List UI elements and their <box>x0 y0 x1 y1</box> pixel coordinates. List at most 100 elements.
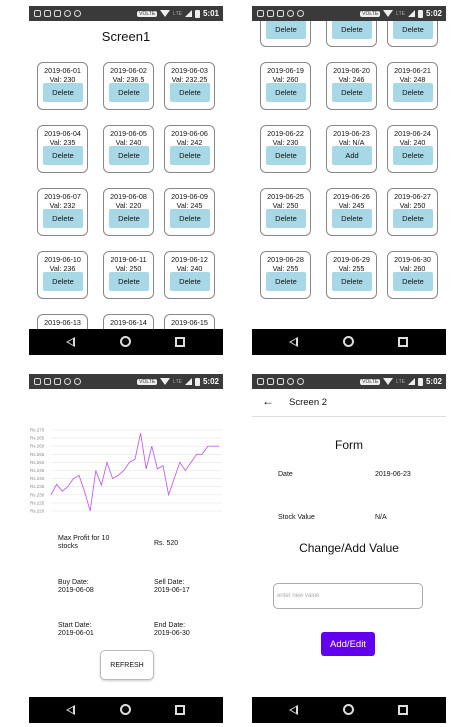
delete-button[interactable]: Delete <box>170 209 210 228</box>
signal-icon <box>407 10 415 17</box>
delete-button[interactable]: Delete <box>170 83 210 102</box>
date-card: 2019-06-27 Val: 250 Delete <box>387 188 438 236</box>
status-bar: VOLTE LTE 5:02 <box>252 6 446 21</box>
delete-button[interactable]: Delete <box>43 272 83 291</box>
whatsapp-icon <box>74 378 81 385</box>
stock-value-label: Stock Value <box>278 514 315 521</box>
new-value-input[interactable] <box>273 583 423 609</box>
card-date: 2019-06-19 <box>267 66 304 75</box>
volte-badge: VOLTE <box>137 378 158 385</box>
status-time: 5:01 <box>202 9 219 18</box>
volte-badge: VOLTE <box>137 10 158 17</box>
signal-icon <box>184 378 192 385</box>
nav-bar <box>29 329 223 355</box>
back-icon[interactable] <box>289 705 298 715</box>
card-date: 2019-06-26 <box>333 192 370 201</box>
card-grid: Delete Delete Delete 2019-06-19 Val: 260 Dele… <box>252 21 446 329</box>
status-time: 5:02 <box>425 9 442 18</box>
date-card: 2019-06-12 Val: 240 Delete <box>164 251 215 299</box>
delete-button[interactable]: Delete <box>332 83 372 102</box>
nav-bar <box>252 329 446 355</box>
date-card: 2019-06-24 Val: 240 Delete <box>387 125 438 173</box>
file-icon <box>54 378 61 385</box>
home-icon[interactable] <box>120 336 131 347</box>
delete-button[interactable]: Delete <box>266 146 306 165</box>
delete-button[interactable]: Delete <box>266 272 306 291</box>
card-date: 2019-06-09 <box>171 192 208 201</box>
date-card: 2019-06-22 Val: 230 Delete <box>260 125 311 173</box>
date-card: 2019-06-03 Val: 232.25 Delete <box>164 62 215 110</box>
y-tick-label: Rs.255 <box>30 452 45 457</box>
delete-button[interactable]: Delete <box>266 21 306 39</box>
card-date: 2019-06-27 <box>394 192 431 201</box>
date-card: 2019-06-26 Val: 245 Delete <box>326 188 377 236</box>
delete-button[interactable]: Delete <box>109 272 149 291</box>
card-date: 2019-06-01 <box>44 66 81 75</box>
card-grid: 2019-06-01 Val: 230 Delete 2019-06-02 Val: 2… <box>29 21 223 329</box>
delete-button[interactable]: Delete <box>393 21 433 39</box>
delete-button[interactable]: Delete <box>109 83 149 102</box>
delete-button[interactable]: Delete <box>332 21 372 39</box>
network-label: LTE <box>173 378 182 385</box>
whatsapp-icon <box>297 378 304 385</box>
card-date: 2019-06-21 <box>394 66 431 75</box>
refresh-button[interactable]: REFRESH <box>100 650 154 680</box>
date-label: Date <box>278 471 293 478</box>
recents-icon[interactable] <box>398 337 408 347</box>
delete-button[interactable]: Delete <box>332 272 372 291</box>
status-bar: VOLTE LTE 5:02 <box>252 374 446 389</box>
back-arrow-icon[interactable]: ← <box>262 394 274 408</box>
back-icon[interactable] <box>289 337 298 347</box>
network-label: LTE <box>396 378 405 385</box>
home-icon[interactable] <box>120 704 131 715</box>
card-date: 2019-06-24 <box>394 129 431 138</box>
delete-button[interactable]: Delete <box>266 209 306 228</box>
home-icon[interactable] <box>343 704 354 715</box>
delete-button[interactable]: Delete <box>266 83 306 102</box>
card-date: 2019-06-07 <box>44 192 81 201</box>
recents-icon[interactable] <box>175 337 185 347</box>
back-icon[interactable] <box>66 705 75 715</box>
y-tick-label: Rs.265 <box>30 436 45 441</box>
browser-icon <box>64 10 71 17</box>
date-card: Delete <box>326 21 377 47</box>
delete-button[interactable]: Delete <box>332 209 372 228</box>
file-icon <box>54 10 61 17</box>
add-edit-button[interactable]: Add/Edit <box>321 632 375 656</box>
card-date: 2019-06-20 <box>333 66 370 75</box>
back-icon[interactable] <box>66 337 75 347</box>
delete-button[interactable]: Delete <box>43 146 83 165</box>
wifi-icon <box>383 378 394 385</box>
delete-button[interactable]: Delete <box>170 272 210 291</box>
delete-button[interactable]: Delete <box>393 83 433 102</box>
card-date: 2019-06-05 <box>110 129 147 138</box>
delete-button[interactable]: Delete <box>393 146 433 165</box>
buy-date-label: Buy Date: <box>58 579 89 586</box>
recents-icon[interactable] <box>398 705 408 715</box>
card-date: 2019-06-13 <box>44 318 81 327</box>
delete-button[interactable]: Delete <box>393 272 433 291</box>
delete-button[interactable]: Delete <box>43 83 83 102</box>
phone-form: VOLTE LTE 5:02 ← Screen 2 Form Date 2019-0… <box>252 374 446 723</box>
y-tick-label: Rs.240 <box>30 476 45 481</box>
date-card: 2019-06-23 Val: N/A Add <box>326 125 377 173</box>
card-date: 2019-06-02 <box>110 66 147 75</box>
delete-button[interactable]: Delete <box>43 209 83 228</box>
date-card: 2019-06-11 Val: 250 Delete <box>103 251 154 299</box>
y-tick-label: Rs.270 <box>30 428 45 433</box>
buy-date-value: 2019-06-08 <box>58 587 94 594</box>
card-date: 2019-06-25 <box>267 192 304 201</box>
date-card: 2019-06-15 <box>164 314 215 329</box>
delete-button[interactable]: Delete <box>109 146 149 165</box>
delete-button[interactable]: Delete <box>170 146 210 165</box>
home-icon[interactable] <box>343 336 354 347</box>
delete-button[interactable]: Delete <box>393 209 433 228</box>
date-card: 2019-06-07 Val: 232 Delete <box>37 188 88 236</box>
date-card: 2019-06-30 Val: 260 Delete <box>387 251 438 299</box>
add-button[interactable]: Add <box>332 146 372 165</box>
delete-button[interactable]: Delete <box>109 209 149 228</box>
card-date: 2019-06-10 <box>44 255 81 264</box>
date-card: 2019-06-14 <box>103 314 154 329</box>
recents-icon[interactable] <box>175 705 185 715</box>
status-bar: VOLTE LTE 5:02 <box>29 374 223 389</box>
